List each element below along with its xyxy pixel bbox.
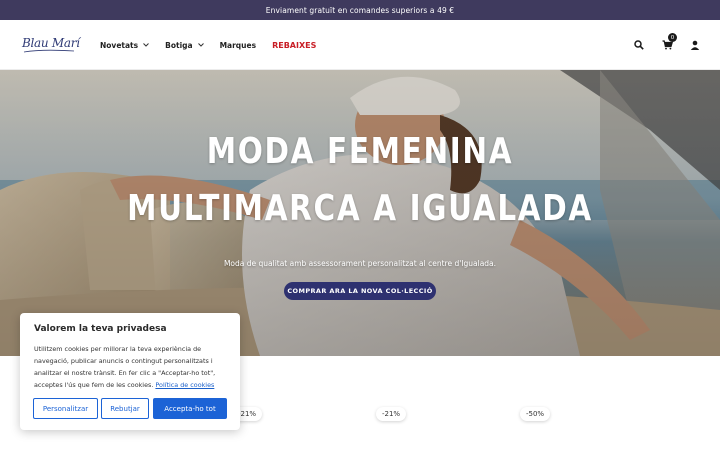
shop-new-collection-button[interactable]: COMPRAR ARA LA NOVA COL·LECCIÓ	[284, 282, 436, 300]
accept-all-button[interactable]: Accepta-ho tot	[153, 398, 227, 419]
cookie-title: Valorem la teva privadesa	[34, 324, 167, 334]
account-icon[interactable]	[688, 38, 702, 52]
nav-item-rebaixes[interactable]: REBAIXES	[272, 41, 316, 50]
chevron-down-icon	[197, 43, 204, 47]
nav-item-label: Marques	[219, 40, 257, 50]
hero-title-line2: MULTIMARCA A IGUALADA	[127, 188, 593, 229]
announcement-text: Enviament gratuït en comandes superiors …	[265, 5, 455, 15]
hero-subtitle: Moda de qualitat amb assessorament perso…	[223, 259, 497, 268]
logo-swash	[23, 49, 75, 53]
logo-text: Blau Marí	[22, 36, 80, 50]
cookie-body: Utilitzem cookies per millorar la teva e…	[34, 343, 230, 391]
discount-badge: -21%	[376, 407, 407, 421]
search-icon[interactable]	[632, 38, 646, 52]
nav-item-label: REBAIXES	[272, 40, 317, 50]
site-header: Blau Marí Novetats Botiga Marques REBAIX…	[0, 20, 720, 70]
customize-button[interactable]: Personalitzar	[33, 398, 98, 419]
announcement-bar: Enviament gratuït en comandes superiors …	[0, 0, 720, 20]
main-nav: Novetats Botiga Marques REBAIXES	[100, 20, 332, 70]
reject-button[interactable]: Rebutjar	[101, 398, 149, 419]
nav-item-label: Novetats	[100, 40, 139, 50]
hero-title-line1: MODA FEMENINA	[206, 131, 514, 172]
discount-badge: -50%	[520, 407, 551, 421]
cookie-policy-link[interactable]: Política de cookies	[155, 381, 214, 389]
chevron-down-icon	[143, 43, 149, 47]
cart-count-badge: 0	[668, 33, 677, 42]
nav-item-marques[interactable]: Marques	[220, 41, 256, 50]
nav-item-label: Botiga	[165, 40, 193, 50]
cookie-consent-dialog: Valorem la teva privadesa Utilitzem cook…	[20, 313, 240, 430]
cart-icon[interactable]: 0	[660, 33, 677, 52]
nav-item-botiga[interactable]: Botiga	[165, 40, 204, 50]
page: Enviament gratuït en comandes superiors …	[0, 0, 720, 450]
nav-item-novetats[interactable]: Novetats	[100, 41, 149, 50]
logo[interactable]: Blau Marí	[22, 36, 80, 54]
header-icons: 0	[618, 20, 702, 70]
